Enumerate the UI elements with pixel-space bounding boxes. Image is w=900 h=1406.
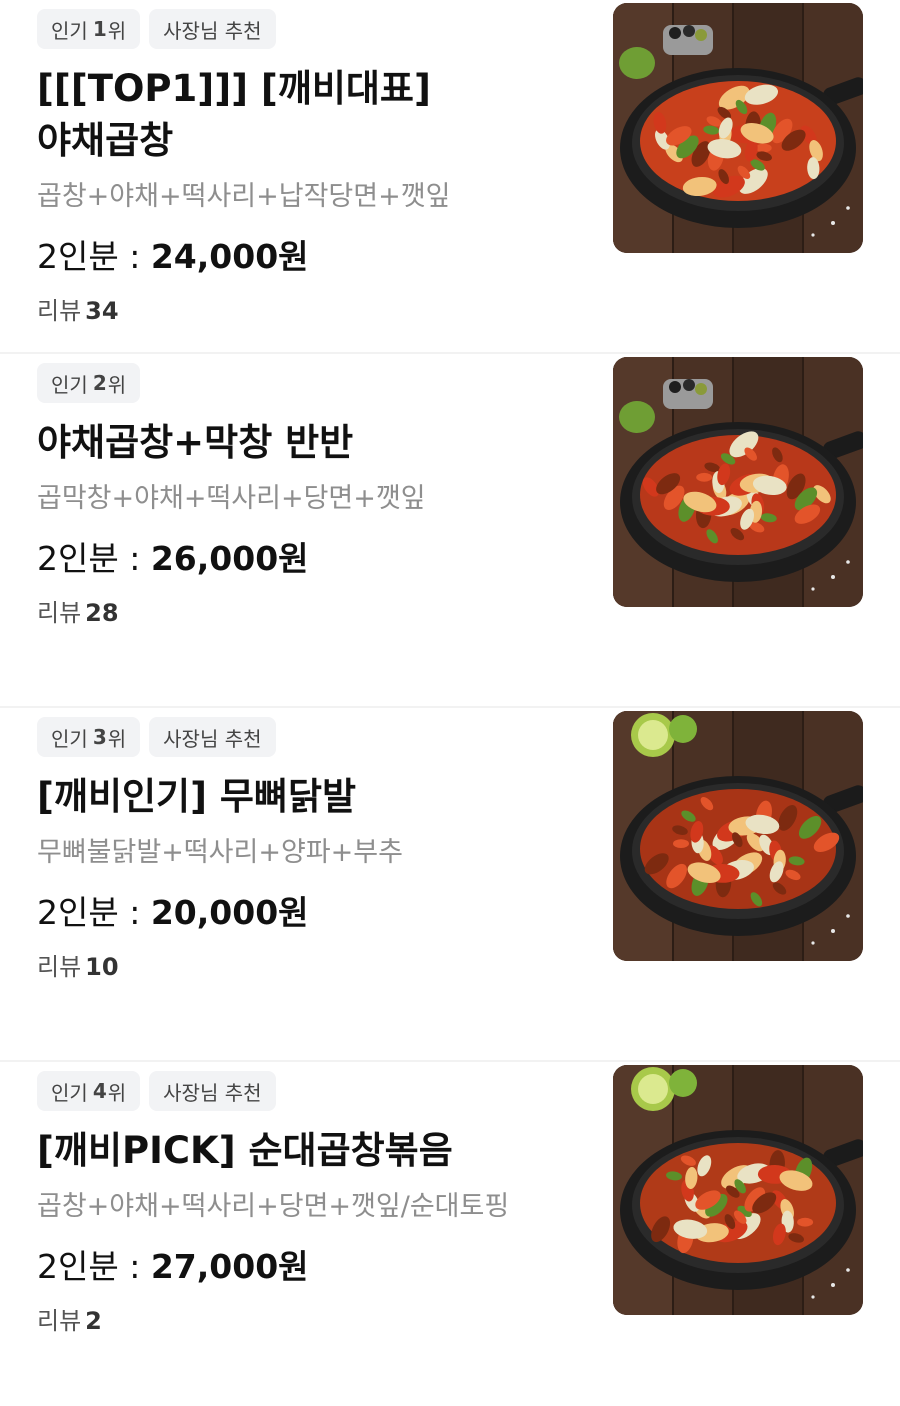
menu-name[interactable]: [깨비인기] 무뼈닭발 xyxy=(37,771,577,823)
menu-name[interactable]: [깨비PICK] 순대곱창볶음 xyxy=(37,1125,577,1177)
owner-recommend-badge: 사장님 추천 xyxy=(149,717,276,757)
menu-item[interactable]: 인기 1 위 사장님 추천 [[[TOP1]]] [깨비대표] 야채곱창 곱창+야채… xyxy=(0,0,900,354)
food-photo-image xyxy=(613,357,863,607)
menu-photo[interactable] xyxy=(613,3,863,253)
menu-list: 인기 1 위 사장님 추천 [[[TOP1]]] [깨비대표] 야채곱창 곱창+야채… xyxy=(0,0,900,1406)
review-label: 리뷰 xyxy=(37,599,82,627)
price-amount: 20,000원 xyxy=(150,893,309,932)
owner-recommend-badge: 사장님 추천 xyxy=(149,1071,276,1111)
rank-suffix: 위 xyxy=(107,1080,127,1105)
rank-number: 1 xyxy=(92,17,107,41)
rank-number: 3 xyxy=(92,725,107,749)
rank-label: 인기 xyxy=(51,372,88,397)
review-count: 리뷰 10 xyxy=(37,951,577,983)
review-count: 리뷰 34 xyxy=(37,295,577,327)
menu-description: 무뼈불닭발+떡사리+양파+부추 xyxy=(37,837,403,868)
serving-label: 2인분 : xyxy=(37,539,151,578)
food-photo-image xyxy=(613,1065,863,1315)
serving-label: 2인분 : xyxy=(37,237,151,276)
food-photo-image xyxy=(613,3,863,253)
review-count: 리뷰 28 xyxy=(37,597,577,629)
review-number: 34 xyxy=(85,297,119,325)
badge-row: 인기 2 위 xyxy=(37,363,577,403)
review-number: 10 xyxy=(85,953,119,981)
menu-name[interactable]: [[[TOP1]]] [깨비대표] 야채곱창 xyxy=(37,63,577,167)
rank-label: 인기 xyxy=(51,1080,88,1105)
rank-label: 인기 xyxy=(51,18,88,43)
menu-price: 2인분 : 24,000원 xyxy=(37,235,577,279)
menu-photo[interactable] xyxy=(613,1065,863,1315)
menu-description: 곱창+야채+떡사리+당면+깻잎/순대토핑 xyxy=(37,1191,510,1222)
popular-rank-badge: 인기 4 위 xyxy=(37,1071,141,1111)
menu-item[interactable]: 인기 4 위 사장님 추천 [깨비PICK] 순대곱창볶음 곱창+야채+떡사리+당면… xyxy=(0,1062,900,1406)
price-amount: 26,000원 xyxy=(150,539,309,578)
review-count: 리뷰 2 xyxy=(37,1305,577,1337)
menu-photo[interactable] xyxy=(613,711,863,961)
menu-price: 2인분 : 20,000원 xyxy=(37,891,577,935)
rank-suffix: 위 xyxy=(107,18,127,43)
menu-price: 2인분 : 27,000원 xyxy=(37,1245,577,1289)
rank-label: 인기 xyxy=(51,726,88,751)
menu-photo[interactable] xyxy=(613,357,863,607)
badge-row: 인기 1 위 사장님 추천 xyxy=(37,9,577,49)
badge-row: 인기 3 위 사장님 추천 xyxy=(37,717,577,757)
review-number: 2 xyxy=(85,1307,102,1335)
review-number: 28 xyxy=(85,599,119,627)
popular-rank-badge: 인기 2 위 xyxy=(37,363,141,403)
rank-suffix: 위 xyxy=(107,372,127,397)
owner-recommend-badge: 사장님 추천 xyxy=(149,9,276,49)
food-photo-image xyxy=(613,711,863,961)
price-amount: 27,000원 xyxy=(150,1247,309,1286)
menu-description: 곱창+야채+떡사리+납작당면+깻잎 xyxy=(37,181,451,212)
review-label: 리뷰 xyxy=(37,297,82,325)
price-amount: 24,000원 xyxy=(150,237,309,276)
serving-label: 2인분 : xyxy=(37,1247,151,1286)
menu-info: 인기 1 위 사장님 추천 [[[TOP1]]] [깨비대표] 야채곱창 곱창+야채… xyxy=(37,9,577,327)
menu-description: 곱막창+야채+떡사리+당면+깻잎 xyxy=(37,483,426,514)
popular-rank-badge: 인기 3 위 xyxy=(37,717,141,757)
review-label: 리뷰 xyxy=(37,1307,82,1335)
rank-number: 4 xyxy=(92,1079,107,1103)
menu-item[interactable]: 인기 2 위 야채곱창+막창 반반 곱막창+야채+떡사리+당면+깻잎 2인분 : 2… xyxy=(0,354,900,708)
popular-rank-badge: 인기 1 위 xyxy=(37,9,141,49)
menu-info: 인기 2 위 야채곱창+막창 반반 곱막창+야채+떡사리+당면+깻잎 2인분 : 2… xyxy=(37,363,577,629)
rank-number: 2 xyxy=(92,371,107,395)
menu-info: 인기 3 위 사장님 추천 [깨비인기] 무뼈닭발 무뼈불닭발+떡사리+양파+부추 … xyxy=(37,717,577,983)
badge-row: 인기 4 위 사장님 추천 xyxy=(37,1071,577,1111)
menu-info: 인기 4 위 사장님 추천 [깨비PICK] 순대곱창볶음 곱창+야채+떡사리+당면… xyxy=(37,1071,577,1337)
serving-label: 2인분 : xyxy=(37,893,151,932)
review-label: 리뷰 xyxy=(37,953,82,981)
menu-item[interactable]: 인기 3 위 사장님 추천 [깨비인기] 무뼈닭발 무뼈불닭발+떡사리+양파+부추 … xyxy=(0,708,900,1062)
menu-name[interactable]: 야채곱창+막창 반반 xyxy=(37,417,577,469)
rank-suffix: 위 xyxy=(107,726,127,751)
menu-price: 2인분 : 26,000원 xyxy=(37,537,577,581)
